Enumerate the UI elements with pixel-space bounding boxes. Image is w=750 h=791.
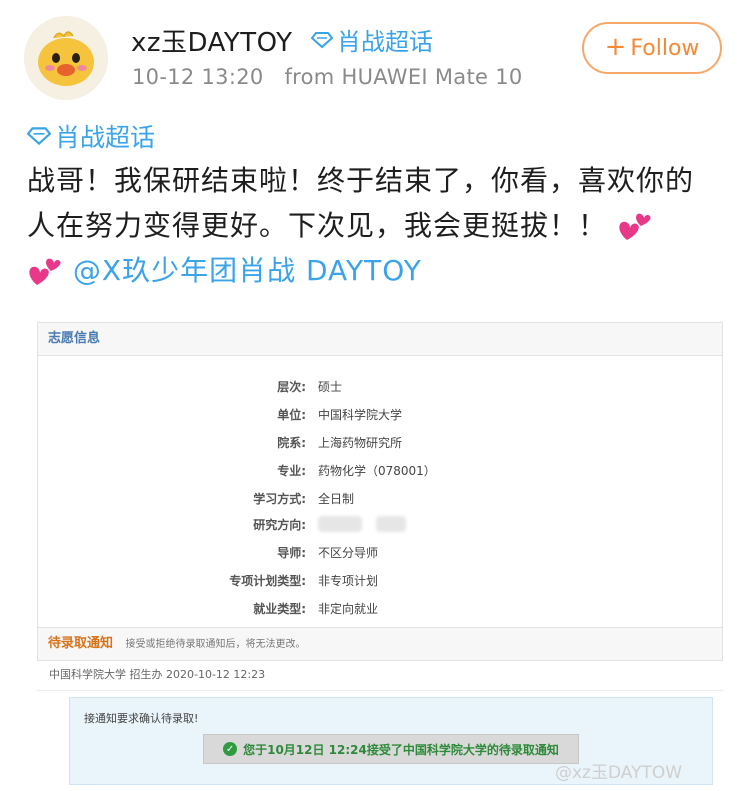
section-header-pending-admission: 待录取通知 接受或拒绝待录取通知后，将无法更改。	[37, 627, 723, 661]
post-time: 10-12 13:20	[132, 65, 264, 89]
row-value: 药物化学（078001）	[318, 464, 436, 478]
post-super-topic-label: 肖战超话	[55, 123, 156, 152]
post-body: 战哥！我保研结束啦！终于结束了，你看，喜欢你的人在努力变得更好。下次见，我会更挺…	[27, 158, 717, 293]
info-row: 单位: 中国科学院大学	[38, 406, 724, 426]
redacted-blur	[375, 516, 406, 532]
mention-link[interactable]: @X玖少年团肖战 DAYTOY	[73, 254, 422, 287]
row-label: 院系:	[277, 436, 306, 450]
two-hearts-icon	[29, 258, 61, 285]
row-value: 硕士	[318, 380, 343, 394]
avatar[interactable]	[24, 16, 108, 100]
notice-sender: 中国科学院大学 招生办 2020-10-12 12:23	[37, 661, 723, 691]
row-label: 层次:	[277, 380, 306, 394]
row-value: 中国科学院大学	[318, 408, 403, 422]
row-label: 研究方向:	[253, 518, 306, 532]
row-label: 学习方式:	[253, 492, 306, 506]
row-value: 非定向就业	[318, 602, 379, 616]
info-row: 学习方式: 全日制	[38, 490, 724, 510]
info-row: 专项计划类型: 非专项计划	[38, 572, 724, 592]
row-label: 专项计划类型:	[229, 574, 306, 588]
info-row: 导师: 不区分导师	[38, 544, 724, 564]
admission-screenshot: 志愿信息 层次: 硕士 单位: 中国科学院大学 院系: 上海药物研究所 专业: …	[37, 322, 725, 788]
row-value-redacted	[318, 516, 406, 532]
info-row: 就业类型: 非定向就业	[38, 600, 724, 620]
plus-icon: +	[604, 32, 627, 62]
post-text: 战哥！我保研结束啦！终于结束了，你看，喜欢你的人在努力变得更好。下次见，我会更挺…	[27, 164, 695, 242]
super-topic-link[interactable]: 肖战超话	[311, 22, 433, 57]
row-label: 专业:	[277, 464, 306, 478]
follow-button[interactable]: + Follow	[582, 22, 722, 74]
duck-avatar-icon	[24, 16, 108, 100]
notice-message: 接通知要求确认待录取!	[84, 712, 199, 725]
check-icon: ✓	[223, 742, 238, 756]
two-hearts-icon	[619, 213, 651, 240]
super-topic-label: 肖战超话	[337, 28, 433, 56]
accepted-status-bar: ✓ 您于10月12日 12:24接受了中国科学院大学的待录取通知	[203, 734, 579, 764]
row-label: 导师:	[277, 546, 306, 560]
post-source: from HUAWEI Mate 10	[284, 65, 523, 89]
accepted-text: 您于10月12日 12:24接受了中国科学院大学的待录取通知	[243, 742, 559, 757]
post-meta: 10-12 13:20 from HUAWEI Mate 10	[132, 65, 523, 89]
row-label: 单位:	[277, 408, 306, 422]
row-value: 上海药物研究所	[318, 436, 403, 450]
follow-label: Follow	[630, 35, 700, 61]
section-title: 待录取通知	[48, 636, 114, 651]
section-header-volunteer-info: 志愿信息	[37, 322, 723, 356]
info-row: 层次: 硕士	[38, 378, 724, 398]
watermark: @xz玉DAYTOW	[555, 763, 683, 783]
post-super-topic-link[interactable]: 肖战超话	[27, 118, 155, 154]
info-row: 院系: 上海药物研究所	[38, 434, 724, 454]
section-note: 接受或拒绝待录取通知后，将无法更改。	[125, 639, 306, 650]
redacted-blur	[318, 516, 362, 532]
info-row: 专业: 药物化学（078001）	[38, 462, 724, 482]
row-label: 就业类型:	[253, 602, 306, 616]
row-value: 全日制	[318, 492, 355, 506]
row-value: 非专项计划	[318, 574, 379, 588]
user-name[interactable]: xz玉DAYTOY	[131, 22, 293, 59]
diamond-icon	[311, 31, 333, 48]
info-table: 层次: 硕士 单位: 中国科学院大学 院系: 上海药物研究所 专业: 药物化学（…	[37, 356, 723, 627]
info-row: 研究方向:	[38, 516, 724, 536]
row-value: 不区分导师	[318, 546, 379, 560]
diamond-icon	[27, 127, 51, 146]
